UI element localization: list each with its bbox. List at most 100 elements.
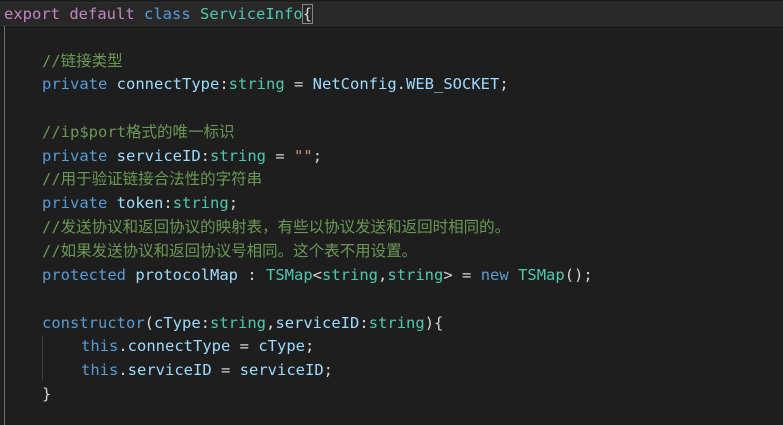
code-line[interactable]: //发送协议和返回协议的映射表，有些以协议发送和返回时相同的。 bbox=[0, 215, 783, 239]
code-line[interactable]: this.serviceID = serviceID; bbox=[0, 358, 783, 382]
code-token-bracket: { bbox=[301, 4, 314, 24]
code-token: cType bbox=[258, 337, 305, 355]
line-content: //如果发送协议和返回协议号相同。这个表不用设置。 bbox=[0, 242, 417, 260]
code-token: connectType bbox=[116, 75, 220, 93]
code-line[interactable]: //如果发送协议和返回协议号相同。这个表不用设置。 bbox=[0, 239, 783, 263]
code-token: : bbox=[200, 147, 211, 165]
code-token: token bbox=[116, 194, 164, 212]
code-token: ; bbox=[228, 194, 239, 212]
code-editor[interactable]: export default class ServiceInfo{ //链接类型… bbox=[0, 0, 783, 425]
code-token: ; bbox=[499, 75, 509, 93]
code-token: string bbox=[172, 194, 229, 212]
line-content bbox=[0, 99, 42, 117]
line-content: this.connectType = cType; bbox=[0, 337, 314, 355]
code-token: . bbox=[118, 361, 128, 379]
line-content: private serviceID:string = ""; bbox=[0, 147, 322, 165]
code-token: } bbox=[42, 385, 52, 403]
line-content: //用于验证链接合法性的字符串 bbox=[0, 170, 262, 188]
indent-guide bbox=[4, 26, 5, 425]
code-line[interactable]: private serviceID:string = ""; bbox=[0, 144, 783, 168]
code-line[interactable] bbox=[0, 26, 783, 50]
code-token: private bbox=[42, 75, 108, 93]
code-token: : bbox=[163, 194, 173, 212]
code-token: (); bbox=[564, 266, 593, 284]
code-token: serviceID bbox=[275, 314, 360, 332]
code-token: string bbox=[210, 314, 267, 332]
code-token: //如果发送协议和返回协议号相同。这个表不用设置。 bbox=[42, 242, 418, 260]
code-line[interactable]: //链接类型 bbox=[0, 49, 783, 73]
code-token: TSMap bbox=[266, 266, 313, 284]
code-token: private bbox=[42, 147, 108, 165]
code-token: < bbox=[312, 266, 323, 284]
code-token: string bbox=[387, 266, 444, 284]
code-token: class bbox=[144, 5, 191, 23]
code-line[interactable]: //ip$port格式的唯一标识 bbox=[0, 120, 783, 144]
code-token: TSMap bbox=[518, 266, 565, 284]
code-token: : bbox=[359, 314, 369, 332]
line-content: protected protocolMap : TSMap<string,str… bbox=[0, 266, 593, 284]
line-content: constructor(cType:string,serviceID:strin… bbox=[0, 314, 443, 332]
code-token: ; bbox=[323, 361, 334, 379]
line-content: this.serviceID = serviceID; bbox=[0, 361, 333, 379]
code-token: . bbox=[396, 75, 407, 93]
code-line[interactable]: private token:string; bbox=[0, 191, 783, 215]
code-line[interactable] bbox=[0, 96, 783, 120]
line-content: export default class ServiceInfo{ bbox=[0, 4, 314, 24]
code-token: ){ bbox=[424, 314, 444, 332]
code-token: , bbox=[378, 266, 388, 284]
code-token: connectType bbox=[127, 337, 231, 355]
code-token: ( bbox=[144, 314, 154, 332]
code-token: : bbox=[219, 75, 229, 93]
code-token: export bbox=[4, 5, 60, 23]
code-token: string bbox=[322, 266, 379, 284]
line-content: private connectType:string = NetConfig.W… bbox=[0, 75, 509, 93]
code-token: //链接类型 bbox=[42, 52, 123, 70]
code-token: this bbox=[81, 361, 119, 379]
code-token: //发送协议和返回协议的映射表，有些以协议发送和返回时相同的。 bbox=[42, 218, 511, 236]
code-line[interactable]: protected protocolMap : TSMap<string,str… bbox=[0, 263, 783, 287]
code-token: "" bbox=[294, 147, 313, 165]
code-line[interactable]: private connectType:string = NetConfig.W… bbox=[0, 72, 783, 96]
code-token: serviceID bbox=[239, 361, 324, 379]
code-token: //用于验证链接合法性的字符串 bbox=[42, 170, 263, 188]
line-content bbox=[0, 290, 42, 308]
code-token: //ip$port格式的唯一标识 bbox=[42, 123, 235, 141]
code-token: ServiceInfo bbox=[200, 5, 303, 23]
line-content: private token:string; bbox=[0, 194, 238, 212]
code-token: default bbox=[69, 5, 135, 23]
code-line[interactable]: this.connectType = cType; bbox=[0, 334, 783, 358]
code-token: NetConfig bbox=[312, 75, 397, 93]
code-token: WEB_SOCKET bbox=[406, 75, 500, 93]
code-token: : bbox=[200, 314, 211, 332]
code-line[interactable] bbox=[0, 287, 783, 311]
code-line[interactable]: //用于验证链接合法性的字符串 bbox=[0, 167, 783, 191]
line-content: } bbox=[0, 385, 51, 403]
code-token: serviceID bbox=[116, 147, 201, 165]
code-line-current[interactable]: export default class ServiceInfo{ bbox=[0, 2, 783, 26]
code-token: = bbox=[230, 337, 259, 355]
code-token: string bbox=[228, 75, 285, 93]
code-token: = bbox=[284, 75, 313, 93]
code-line[interactable]: } bbox=[0, 382, 783, 406]
code-token: string bbox=[210, 147, 267, 165]
code-token: string bbox=[368, 314, 425, 332]
line-content: //链接类型 bbox=[0, 52, 123, 70]
code-token: protected bbox=[42, 266, 126, 284]
code-token: > = bbox=[443, 266, 481, 284]
line-content: //ip$port格式的唯一标识 bbox=[0, 123, 235, 141]
code-token: this bbox=[81, 337, 119, 355]
code-token: private bbox=[42, 194, 108, 212]
code-token: serviceID bbox=[127, 361, 212, 379]
code-line[interactable]: constructor(cType:string,serviceID:strin… bbox=[0, 311, 783, 335]
code-token: , bbox=[266, 314, 276, 332]
code-token: cType bbox=[154, 314, 201, 332]
code-token: : bbox=[238, 266, 266, 284]
